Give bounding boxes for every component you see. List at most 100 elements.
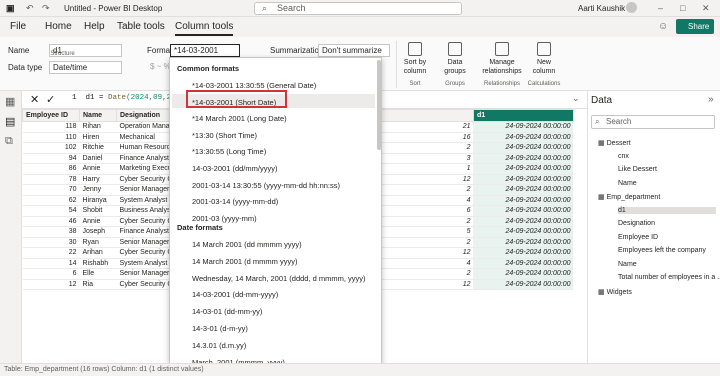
table-cell[interactable]: Rishabh: [79, 258, 117, 269]
table-cell[interactable]: 30: [22, 237, 80, 248]
table-cell[interactable]: 12: [22, 279, 80, 290]
table-cell[interactable]: 6: [22, 268, 80, 280]
table-cell[interactable]: Jenny: [79, 184, 117, 196]
table-cell[interactable]: Ryan: [79, 237, 117, 248]
format-option[interactable]: *14-03-2001 13:30:55 (General Date): [192, 81, 316, 90]
table-cell[interactable]: 94: [22, 153, 80, 164]
table-cell[interactable]: 38: [22, 226, 80, 238]
table-cell[interactable]: 24-09-2024 00:00:00: [473, 216, 574, 227]
table-cell[interactable]: 102: [22, 142, 80, 154]
field-node[interactable]: Name: [618, 261, 716, 268]
data-groups-button[interactable]: Data groups: [438, 42, 472, 76]
summarization-select[interactable]: Don't summarize: [318, 44, 390, 57]
table-cell[interactable]: 24-09-2024 00:00:00: [473, 237, 574, 248]
table-cell[interactable]: 78: [22, 174, 80, 185]
table-cell[interactable]: 24-09-2024 00:00:00: [473, 184, 574, 196]
close-icon[interactable]: ✕: [702, 3, 710, 14]
table-cell[interactable]: 24-09-2024 00:00:00: [473, 279, 574, 290]
field-node[interactable]: Employees left the company: [618, 247, 716, 254]
table-cell[interactable]: Shobit: [79, 205, 117, 217]
tab-home[interactable]: Home: [45, 21, 72, 32]
sort-by-column-button[interactable]: Sort by column: [398, 42, 432, 76]
redo-icon[interactable]: ↷: [42, 3, 50, 14]
field-node[interactable]: cnx: [618, 153, 716, 160]
currency-symbols[interactable]: $ ~ %: [150, 62, 171, 71]
table-cell[interactable]: 24-09-2024 00:00:00: [473, 205, 574, 217]
format-option[interactable]: 14 March 2001 (dd mmmm yyyy): [192, 240, 302, 249]
table-cell[interactable]: 24-09-2024 00:00:00: [473, 132, 574, 143]
format-option[interactable]: Wednesday, 14 March, 2001 (dddd, d mmmm,…: [192, 274, 366, 283]
table-cell[interactable]: Harry: [79, 174, 117, 185]
table-cell[interactable]: Annie: [79, 216, 117, 227]
table-cell[interactable]: 118: [22, 121, 80, 133]
table-cell[interactable]: 110: [22, 132, 80, 143]
table-cell[interactable]: Ritchie: [79, 142, 117, 154]
format-option[interactable]: 14-03-2001 (dd-mm-yyyy): [192, 290, 278, 299]
field-node[interactable]: Like Dessert: [618, 166, 716, 173]
table-cell[interactable]: 62: [22, 195, 80, 206]
format-option[interactable]: *13:30:55 (Long Time): [192, 147, 266, 156]
model-view-icon[interactable]: ⧉: [5, 135, 13, 148]
table-cell[interactable]: Arihan: [79, 247, 117, 259]
data-search-input[interactable]: ⌕ Search: [591, 115, 715, 129]
format-option[interactable]: 2001-03 (yyyy-mm): [192, 214, 257, 223]
tab-table-tools[interactable]: Table tools: [117, 21, 165, 32]
table-cell[interactable]: Annie: [79, 163, 117, 175]
table-view-icon[interactable]: ▤: [5, 115, 15, 128]
format-select[interactable]: *14-03-2001 13:30:55: [170, 44, 240, 66]
table-cell[interactable]: 86: [22, 163, 80, 175]
search-input[interactable]: ⌕ Search: [254, 2, 462, 15]
table-node[interactable]: ▦ Dessert: [598, 139, 716, 147]
table-cell[interactable]: 22: [22, 247, 80, 259]
column-header[interactable]: Employee ID: [22, 109, 80, 122]
table-cell[interactable]: 54: [22, 205, 80, 217]
field-node[interactable]: Designation: [618, 220, 716, 227]
cancel-icon[interactable]: ✕: [30, 93, 39, 106]
field-node[interactable]: Name: [618, 180, 716, 187]
commit-icon[interactable]: ✓: [46, 93, 55, 106]
new-column-button[interactable]: New column: [529, 42, 559, 76]
collapse-pane-icon[interactable]: »: [708, 94, 714, 105]
table-cell[interactable]: Rihan: [79, 121, 117, 133]
minimize-icon[interactable]: –: [658, 3, 663, 13]
maximize-icon[interactable]: □: [680, 3, 685, 13]
save-icon[interactable]: ▣: [6, 3, 15, 14]
field-node[interactable]: Employee ID: [618, 234, 716, 241]
format-option[interactable]: 2001-03-14 13:30:55 (yyyy-mm-dd hh:nn:ss…: [192, 181, 340, 190]
format-option[interactable]: 14 March 2001 (d mmmm yyyy): [192, 257, 297, 266]
table-cell[interactable]: 70: [22, 184, 80, 196]
table-cell[interactable]: 24-09-2024 00:00:00: [473, 174, 574, 185]
format-option[interactable]: *13:30 (Short Time): [192, 131, 257, 140]
table-cell[interactable]: 24-09-2024 00:00:00: [473, 268, 574, 280]
table-cell[interactable]: 24-09-2024 00:00:00: [473, 153, 574, 164]
dropdown-scrollbar[interactable]: [377, 60, 381, 150]
table-cell[interactable]: 24-09-2024 00:00:00: [473, 121, 574, 133]
field-node[interactable]: Total number of employees in a ...: [618, 274, 720, 281]
table-cell[interactable]: Hiren: [79, 132, 117, 143]
format-option[interactable]: 14-3-01 (d-m-yy): [192, 324, 248, 333]
table-node[interactable]: ▦ Emp_department: [598, 193, 716, 201]
tab-file[interactable]: File: [10, 21, 26, 32]
table-cell[interactable]: 24-09-2024 00:00:00: [473, 247, 574, 259]
table-cell[interactable]: 24-09-2024 00:00:00: [473, 163, 574, 175]
table-cell[interactable]: 24-09-2024 00:00:00: [473, 258, 574, 269]
table-cell[interactable]: Ria: [79, 279, 117, 290]
tab-help[interactable]: Help: [84, 21, 105, 32]
format-option[interactable]: 14-03-2001 (dd/mm/yyyy): [192, 164, 277, 173]
table-cell[interactable]: 24-09-2024 00:00:00: [473, 142, 574, 154]
table-node[interactable]: ▦ Widgets: [598, 288, 716, 296]
avatar[interactable]: [626, 2, 637, 13]
tab-column-tools[interactable]: Column tools: [175, 21, 234, 36]
table-cell[interactable]: Daniel: [79, 153, 117, 164]
undo-icon[interactable]: ↶: [26, 3, 34, 14]
format-option[interactable]: *14 March 2001 (Long Date): [192, 114, 287, 123]
report-view-icon[interactable]: ▦: [5, 95, 15, 108]
field-node[interactable]: d1: [618, 206, 716, 214]
format-option[interactable]: 2001-03-14 (yyyy-mm-dd): [192, 197, 278, 206]
table-cell[interactable]: 24-09-2024 00:00:00: [473, 195, 574, 206]
table-cell[interactable]: 46: [22, 216, 80, 227]
table-cell[interactable]: Elle: [79, 268, 117, 280]
format-option[interactable]: 14.3.01 (d.m.yy): [192, 341, 246, 350]
column-header[interactable]: d1: [472, 109, 574, 122]
format-option[interactable]: 14-03-01 (dd-mm-yy): [192, 307, 262, 316]
